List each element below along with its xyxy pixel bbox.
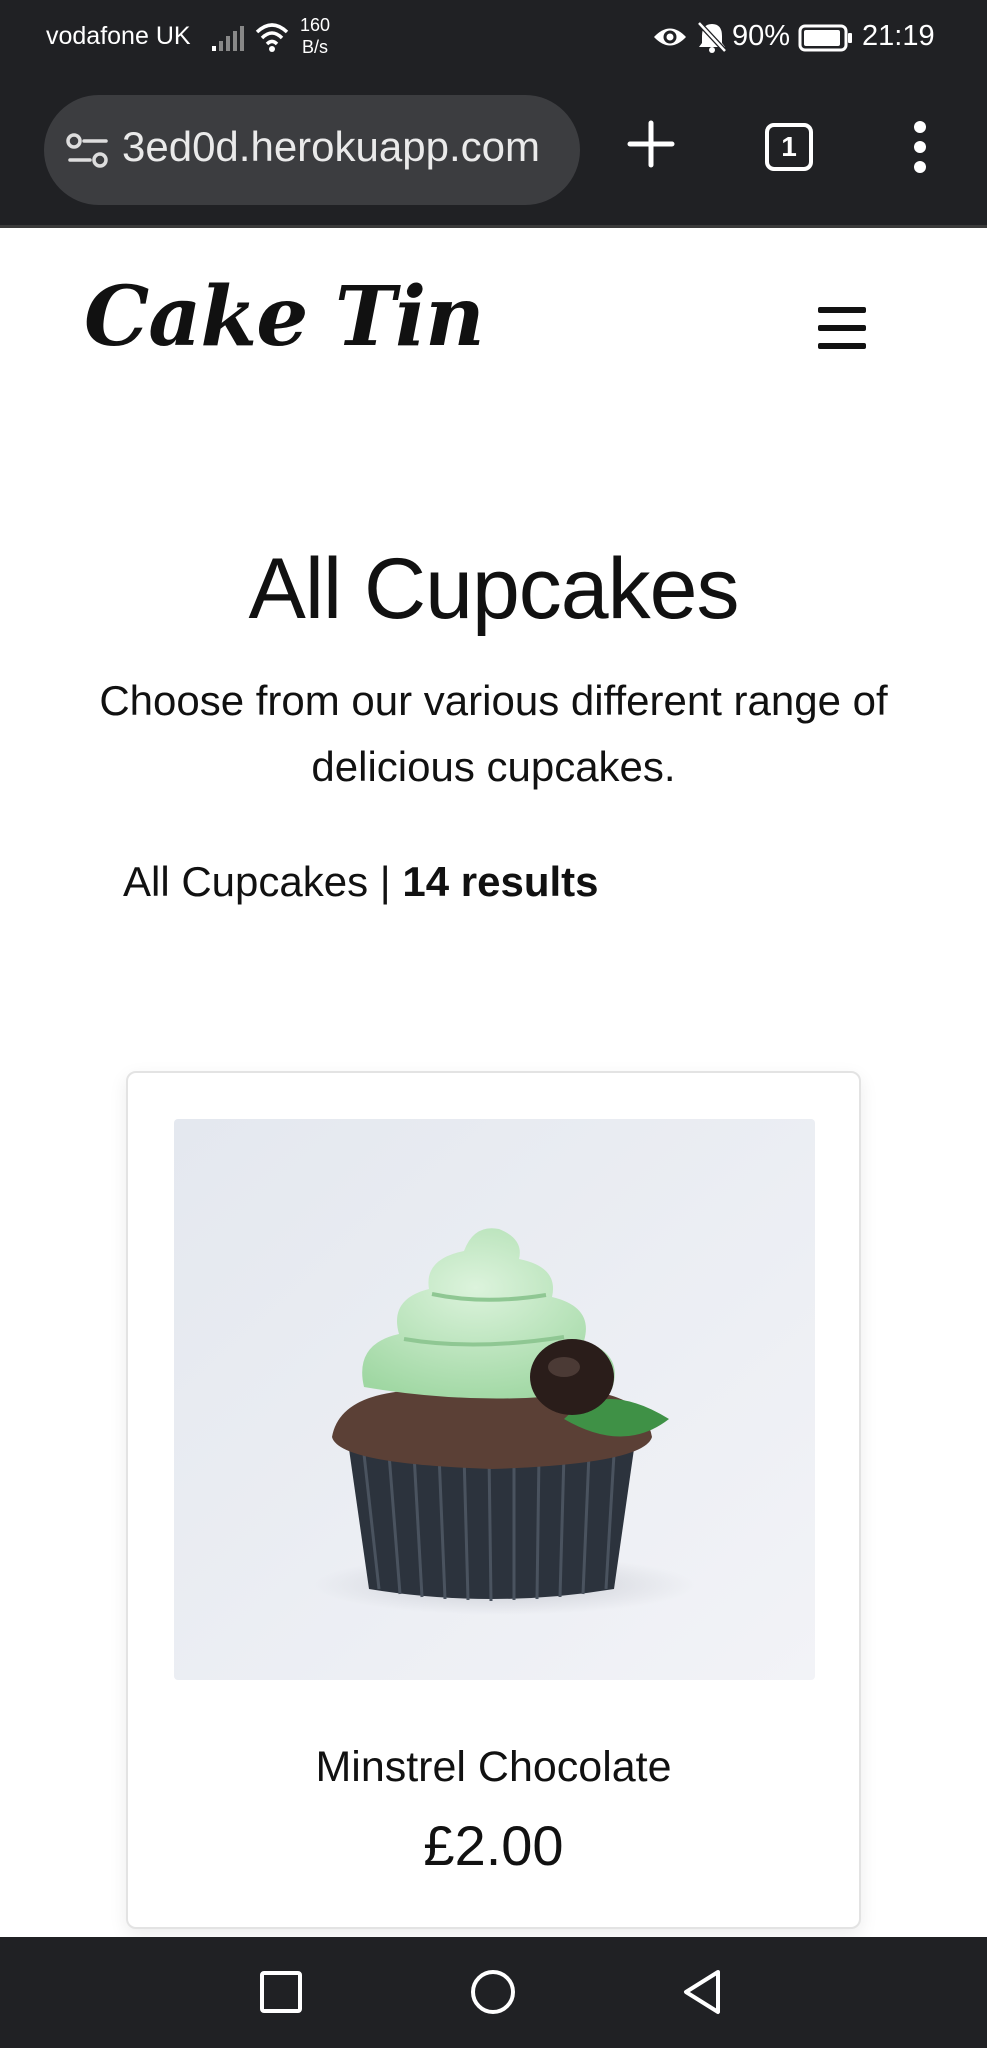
system-navigation-bar: [0, 1937, 987, 2048]
site-settings-icon[interactable]: [66, 133, 110, 169]
product-image[interactable]: [174, 1119, 815, 1680]
battery-percent: 90%: [732, 20, 791, 52]
battery-icon: [798, 24, 852, 52]
browser-toolbar: 3ed0d.herokuapp.com 1: [0, 75, 987, 228]
cupcake-image: [174, 1119, 815, 1680]
network-speed-unit: B/s: [302, 37, 329, 57]
product-name[interactable]: Minstrel Chocolate: [128, 1743, 859, 1792]
address-bar[interactable]: 3ed0d.herokuapp.com: [44, 95, 580, 205]
site-header: Cake Tin: [0, 231, 987, 391]
carrier-name: vodafone UK: [46, 22, 191, 50]
results-summary: All Cupcakes | 14 results: [123, 858, 599, 906]
wifi-icon: [255, 23, 289, 52]
status-bar: vodafone UK 160 B/s 90% 21:19: [0, 0, 987, 75]
back-icon[interactable]: [678, 1967, 728, 2017]
results-count: 14 results: [402, 858, 599, 905]
product-card[interactable]: Minstrel Chocolate £2.00: [126, 1071, 861, 1929]
network-speed-value: 160: [300, 15, 331, 35]
product-price: £2.00: [423, 1814, 564, 1877]
network-speed: 160 B/s: [300, 14, 330, 58]
url-text[interactable]: 3ed0d.herokuapp.com: [122, 123, 540, 171]
eye-comfort-icon: [654, 28, 686, 46]
bell-muted-icon: [697, 21, 727, 53]
results-category: All Cupcakes |: [123, 858, 391, 905]
new-tab-icon[interactable]: [626, 119, 676, 169]
site-logo[interactable]: Cake Tin: [84, 269, 485, 365]
page-title: All Cupcakes: [248, 541, 740, 637]
signal-strength-icon: [212, 26, 244, 51]
clock: 21:19: [862, 20, 935, 52]
home-icon[interactable]: [468, 1967, 518, 2017]
hamburger-menu-icon[interactable]: [818, 307, 866, 349]
page-subtitle: Choose from our various different range …: [99, 677, 888, 790]
tab-switcher-button[interactable]: 1: [765, 123, 813, 171]
recent-apps-icon[interactable]: [256, 1967, 306, 2017]
more-menu-icon[interactable]: [910, 119, 930, 175]
